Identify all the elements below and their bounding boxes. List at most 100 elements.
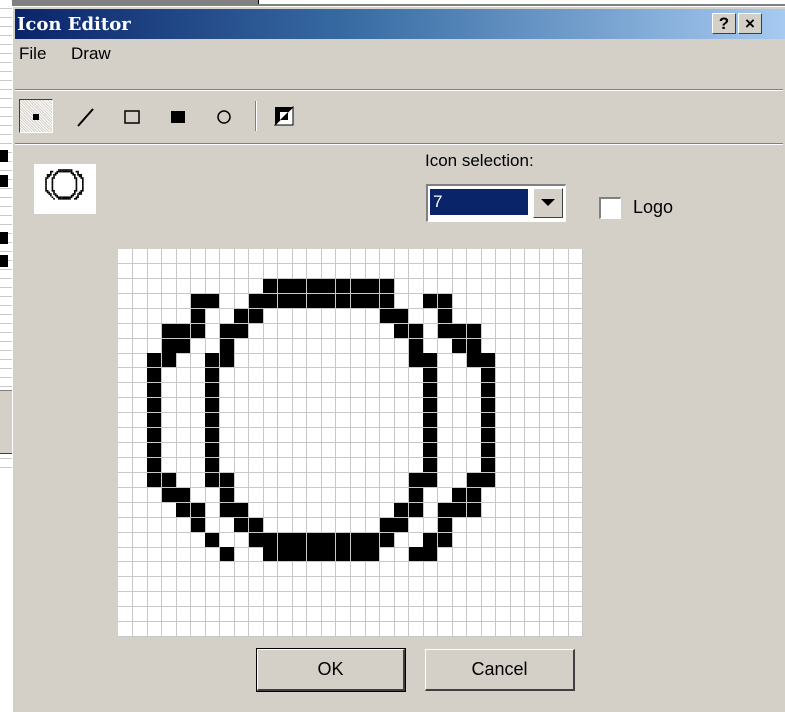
pixel-cell[interactable]: [394, 338, 410, 354]
help-button[interactable]: ?: [712, 13, 736, 34]
pixel-cell[interactable]: [423, 263, 439, 279]
pixel-cell[interactable]: [452, 577, 468, 593]
pixel-cell[interactable]: [248, 278, 264, 294]
pixel-cell[interactable]: [379, 562, 395, 578]
pixel-cell[interactable]: [161, 249, 177, 264]
pixel-cell[interactable]: [481, 502, 497, 518]
pixel-cell[interactable]: [147, 607, 163, 623]
pixel-cell[interactable]: [452, 517, 468, 533]
pixel-cell[interactable]: [321, 457, 337, 473]
pixel-cell[interactable]: [379, 592, 395, 608]
pixel-cell[interactable]: [423, 278, 439, 294]
pixel-cell[interactable]: [205, 398, 221, 414]
pixel-cell[interactable]: [161, 428, 177, 444]
pixel-cell[interactable]: [263, 278, 279, 294]
pixel-cell[interactable]: [481, 353, 497, 369]
pixel-cell[interactable]: [394, 278, 410, 294]
pixel-cell[interactable]: [495, 487, 511, 503]
pixel-cell[interactable]: [118, 383, 133, 399]
pixel-cell[interactable]: [118, 308, 133, 324]
pixel-cell[interactable]: [423, 413, 439, 429]
pixel-cell[interactable]: [481, 293, 497, 309]
pixel-cell[interactable]: [205, 607, 221, 623]
pixel-cell[interactable]: [379, 472, 395, 488]
pixel-cell[interactable]: [539, 577, 555, 593]
pixel-cell[interactable]: [423, 562, 439, 578]
pixel-cell[interactable]: [118, 487, 133, 503]
pixel-cell[interactable]: [365, 472, 381, 488]
pixel-cell[interactable]: [481, 308, 497, 324]
pixel-cell[interactable]: [524, 263, 540, 279]
pixel-cell[interactable]: [263, 323, 279, 339]
pixel-cell[interactable]: [423, 368, 439, 384]
pixel-cell[interactable]: [132, 383, 148, 399]
pixel-cell[interactable]: [466, 413, 482, 429]
pixel-cell[interactable]: [219, 368, 235, 384]
pixel-cell[interactable]: [176, 607, 192, 623]
pixel-cell[interactable]: [365, 278, 381, 294]
pixel-cell[interactable]: [132, 607, 148, 623]
close-button[interactable]: ×: [738, 13, 762, 34]
icon-selection-value[interactable]: 7: [430, 189, 528, 215]
pixel-cell[interactable]: [553, 562, 569, 578]
pixel-cell[interactable]: [234, 443, 250, 458]
pixel-cell[interactable]: [205, 547, 221, 563]
pixel-cell[interactable]: [408, 577, 424, 593]
pixel-cell[interactable]: [365, 532, 381, 548]
pixel-cell[interactable]: [321, 323, 337, 339]
pixel-cell[interactable]: [321, 398, 337, 414]
pixel-cell[interactable]: [205, 323, 221, 339]
pixel-cell[interactable]: [190, 592, 206, 608]
pixel-cell[interactable]: [292, 368, 308, 384]
pixel-cell[interactable]: [147, 443, 163, 458]
pixel-cell[interactable]: [553, 249, 569, 264]
pixel-cell[interactable]: [495, 398, 511, 414]
menu-file[interactable]: File: [19, 44, 46, 64]
pixel-cell[interactable]: [190, 502, 206, 518]
pixel-cell[interactable]: [263, 607, 279, 623]
pixel-cell[interactable]: [118, 323, 133, 339]
pixel-cell[interactable]: [321, 517, 337, 533]
pixel-cell[interactable]: [118, 413, 133, 429]
pixel-cell[interactable]: [248, 457, 264, 473]
pixel-cell[interactable]: [553, 338, 569, 354]
pixel-cell[interactable]: [539, 443, 555, 458]
pixel-cell[interactable]: [568, 413, 584, 429]
pixel-cell[interactable]: [147, 413, 163, 429]
pixel-cell[interactable]: [219, 622, 235, 638]
pixel-cell[interactable]: [147, 263, 163, 279]
pixel-cell[interactable]: [452, 547, 468, 563]
pixel-cell[interactable]: [553, 278, 569, 294]
pixel-cell[interactable]: [205, 263, 221, 279]
pixel-cell[interactable]: [510, 577, 526, 593]
pixel-cell[interactable]: [205, 457, 221, 473]
pixel-cell[interactable]: [234, 472, 250, 488]
pixel-cell[interactable]: [524, 607, 540, 623]
pixel-cell[interactable]: [524, 383, 540, 399]
pixel-cell[interactable]: [292, 592, 308, 608]
pixel-cell[interactable]: [190, 383, 206, 399]
pixel-cell[interactable]: [321, 353, 337, 369]
pixel-cell[interactable]: [394, 249, 410, 264]
pixel-cell[interactable]: [466, 502, 482, 518]
pixel-cell[interactable]: [234, 547, 250, 563]
pixel-cell[interactable]: [423, 308, 439, 324]
pixel-cell[interactable]: [524, 532, 540, 548]
pixel-cell[interactable]: [510, 502, 526, 518]
pixel-cell[interactable]: [219, 293, 235, 309]
pixel-cell[interactable]: [335, 457, 351, 473]
pixel-cell[interactable]: [524, 308, 540, 324]
pixel-cell[interactable]: [176, 293, 192, 309]
pixel-cell[interactable]: [568, 577, 584, 593]
pixel-cell[interactable]: [568, 278, 584, 294]
pixel-cell[interactable]: [365, 308, 381, 324]
pixel-cell[interactable]: [277, 607, 293, 623]
pixel-cell[interactable]: [379, 502, 395, 518]
pixel-cell[interactable]: [553, 383, 569, 399]
pixel-cell[interactable]: [205, 383, 221, 399]
pixel-cell[interactable]: [437, 532, 453, 548]
pixel-cell[interactable]: [423, 383, 439, 399]
pixel-cell[interactable]: [234, 562, 250, 578]
pixel-cell[interactable]: [219, 383, 235, 399]
pixel-cell[interactable]: [190, 487, 206, 503]
